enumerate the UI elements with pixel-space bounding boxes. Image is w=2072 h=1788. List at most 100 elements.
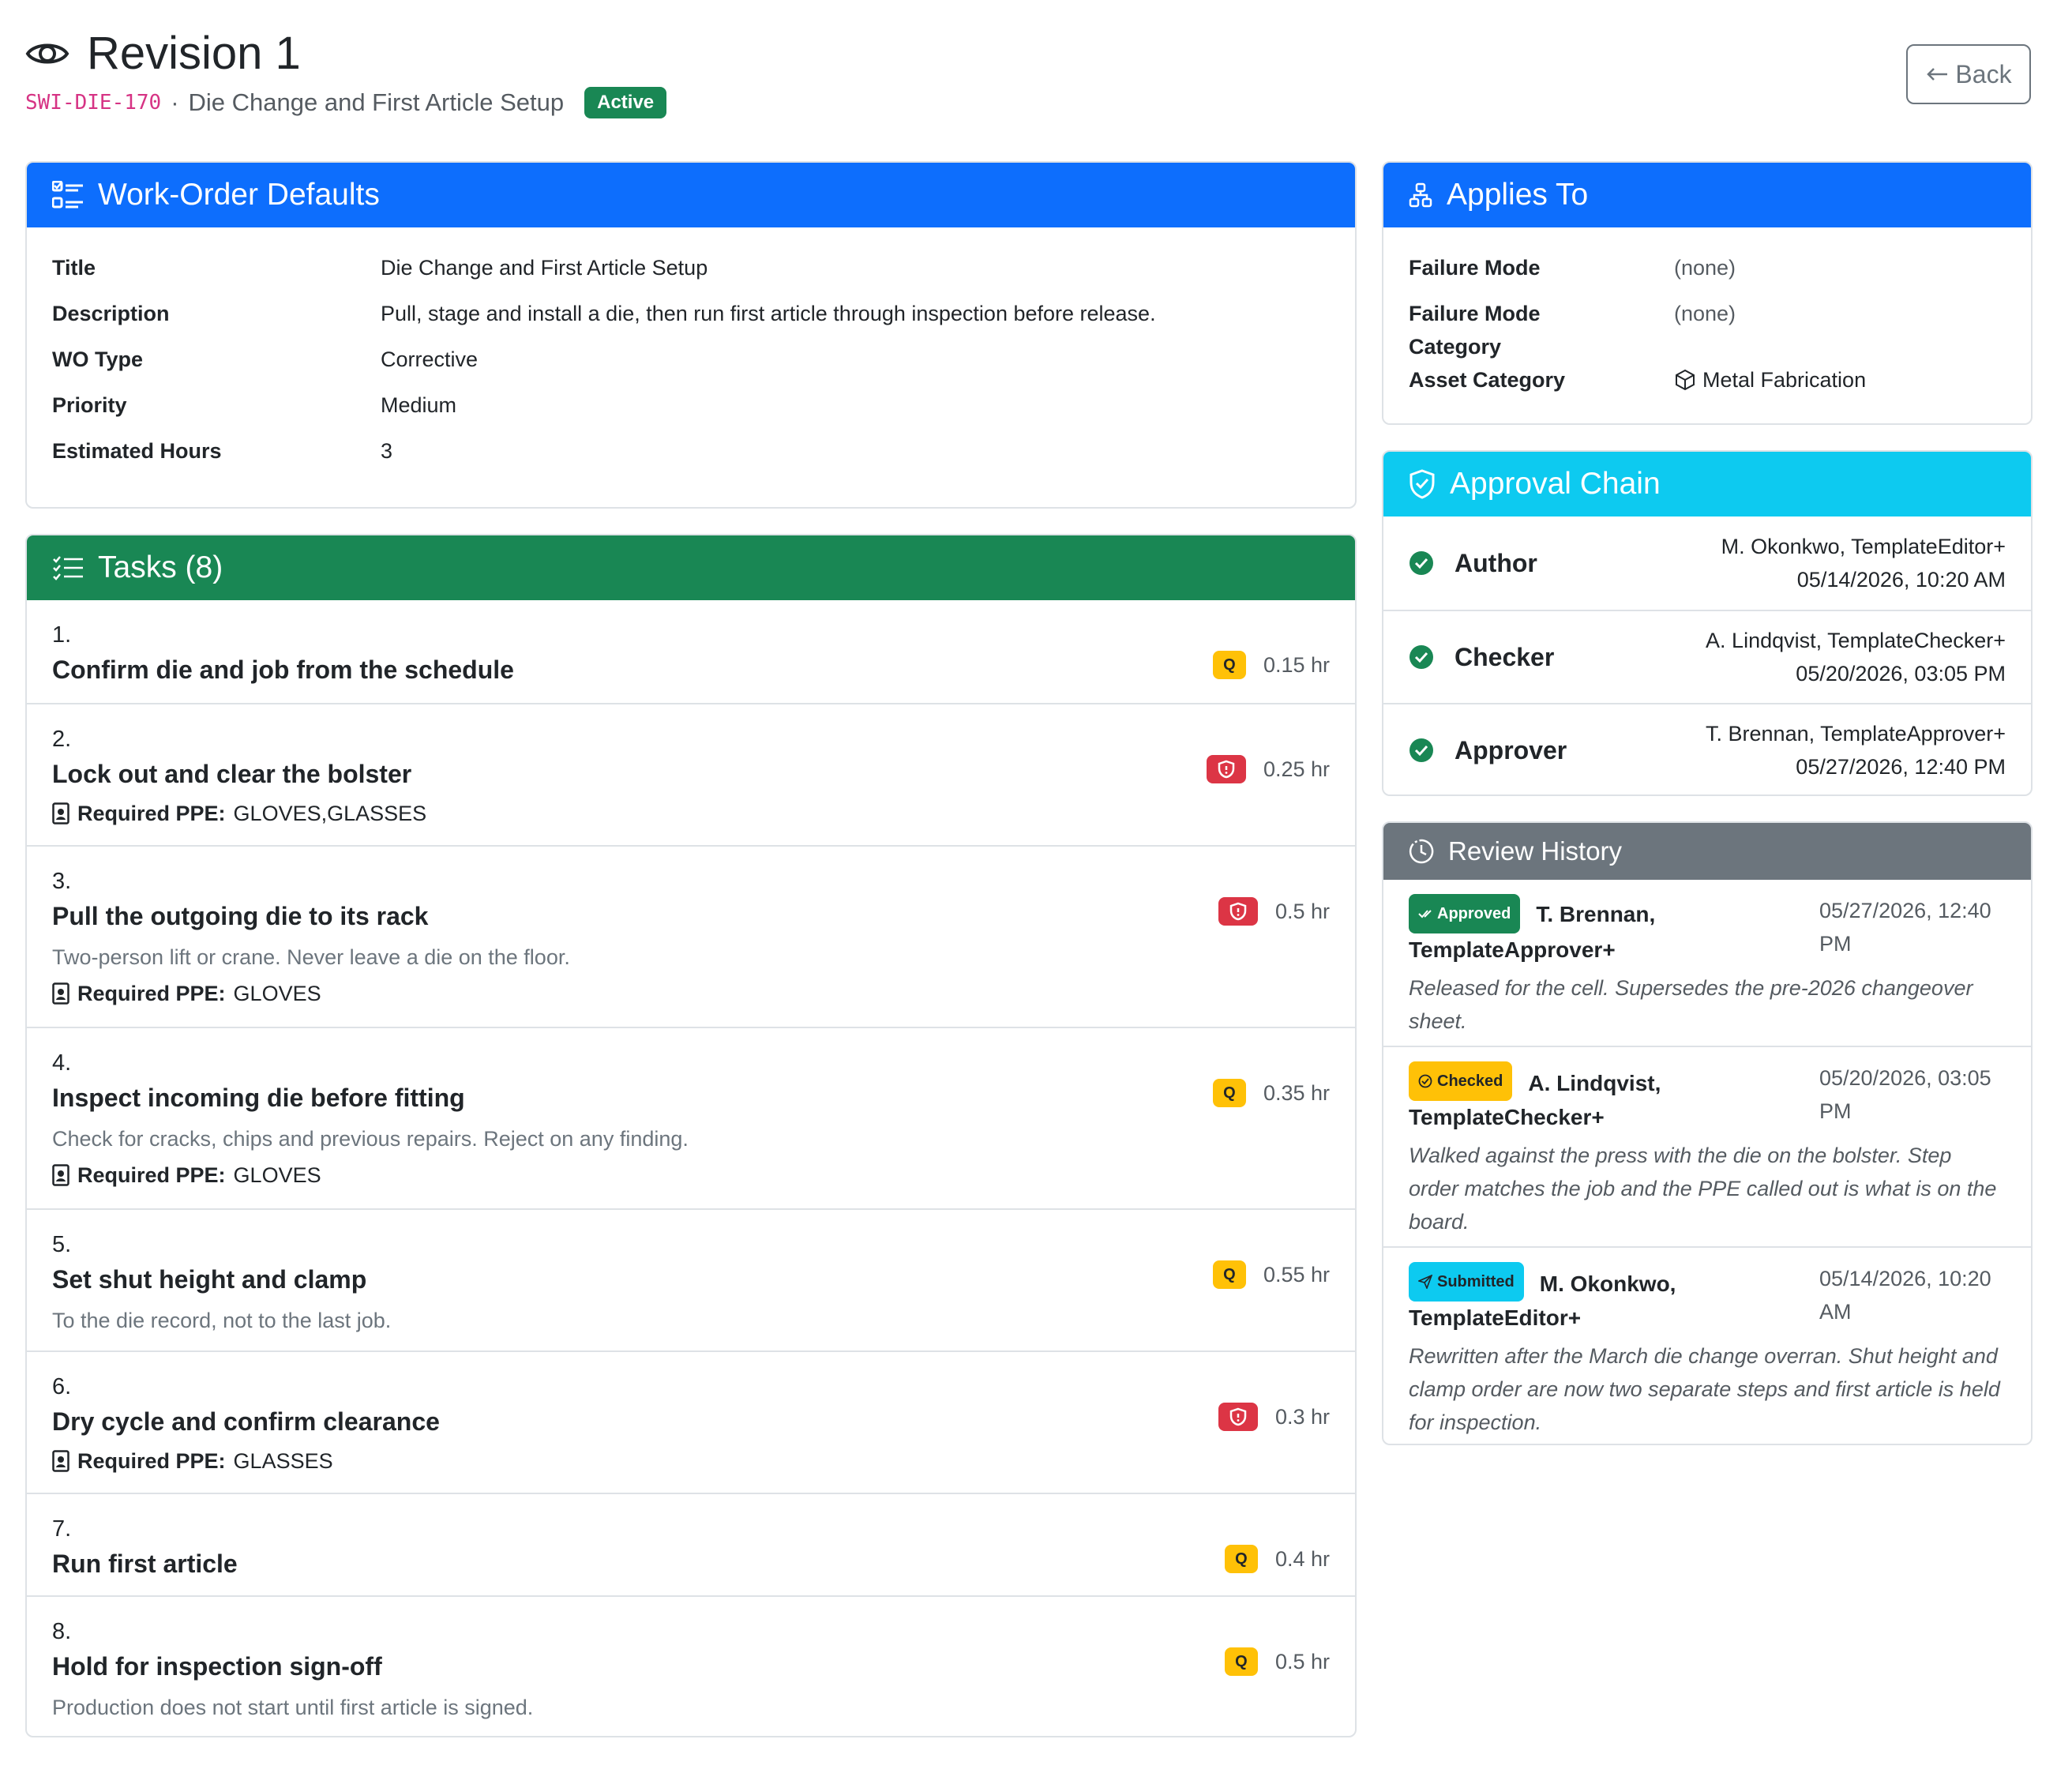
- ppe-badge-icon: [52, 802, 69, 825]
- task-name: Set shut height and clamp: [52, 1265, 367, 1294]
- back-button[interactable]: Back: [1906, 44, 2031, 104]
- review-item: Checked A. Lindqvist, TemplateChecker+ 0…: [1383, 1046, 2031, 1246]
- review-status-label: Approved: [1437, 905, 1511, 922]
- task-ppe: Required PPE: GLASSES: [52, 1445, 1330, 1477]
- ppe-label: Required PPE:: [77, 982, 226, 1005]
- check-circle-icon: [1409, 644, 1434, 670]
- task-name: Confirm die and job from the schedule: [52, 655, 514, 684]
- defaults-row: Description Pull, stage and install a die…: [52, 297, 1330, 330]
- task-item[interactable]: 4. Inspect incoming die before fitting C…: [27, 1027, 1355, 1208]
- task-meta: Q 0.4 hr: [1224, 1545, 1330, 1573]
- approval-meta: M. Okonkwo, TemplateEditor+ 05/14/2026, …: [1721, 530, 2006, 596]
- review-author-role: TemplateEditor+: [1409, 1305, 1582, 1330]
- task-item[interactable]: 6. Dry cycle and confirm clearance Requi…: [27, 1350, 1355, 1493]
- task-item[interactable]: 5. Set shut height and clamp To the die …: [27, 1208, 1355, 1350]
- ppe-label: Required PPE:: [77, 1449, 226, 1473]
- task-hours: 0.25 hr: [1263, 757, 1330, 781]
- approval-row: Approver T. Brennan, TemplateApprover+ 0…: [1383, 703, 2031, 794]
- review-timestamp-line: PM: [1819, 932, 1852, 956]
- clock-history-icon: [1409, 839, 1434, 864]
- review-list: Approved T. Brennan, TemplateApprover+ 0…: [1383, 880, 2031, 1444]
- quality-badge: Q: [1224, 1647, 1258, 1676]
- defaults-label: WO Type: [52, 347, 144, 371]
- review-note: Walked against the press with the die on…: [1409, 1144, 1997, 1234]
- task-item[interactable]: 2. Lock out and clear the bolster Requir…: [27, 703, 1355, 845]
- review-status-label: Checked: [1437, 1072, 1503, 1090]
- review-author: Approved T. Brennan, TemplateApprover+: [1409, 894, 1796, 967]
- approval-person: M. Okonkwo, TemplateEditor+: [1721, 535, 2006, 558]
- review-item: Submitted M. Okonkwo, TemplateEditor+ 05…: [1383, 1246, 2031, 1444]
- review-status-label: Submitted: [1437, 1273, 1515, 1290]
- work-order-defaults-header: Work-Order Defaults: [27, 163, 1355, 227]
- send-icon: [1418, 1275, 1432, 1289]
- page-header: Revision 1 SWI-DIE-170 · Die Change and …: [25, 25, 2031, 128]
- approval-person: T. Brennan, TemplateApprover+: [1706, 722, 2006, 746]
- approval-list: Author M. Okonkwo, TemplateEditor+ 05/14…: [1383, 516, 2031, 794]
- review-author-name: T. Brennan,: [1536, 902, 1656, 926]
- ppe-value: GLASSES: [233, 1449, 333, 1473]
- applies-to-list: Failure Mode (none) Failure Mode Categor…: [1383, 227, 2031, 412]
- approval-role: Checker: [1455, 642, 1555, 671]
- task-ppe: Required PPE: GLOVES: [52, 1159, 1330, 1191]
- review-item-header: Checked A. Lindqvist, TemplateChecker+ 0…: [1409, 1061, 2006, 1134]
- checklist-icon: [52, 181, 84, 209]
- task-description: Check for cracks, chips and previous rep…: [52, 1127, 689, 1151]
- review-timestamp: 05/14/2026, 10:20 AM: [1819, 1262, 2031, 1328]
- shield-check-icon: [1409, 469, 1436, 499]
- defaults-list: Title Die Change and First Article Setup …: [27, 227, 1355, 496]
- task-number: 1.: [52, 622, 72, 648]
- page-title-row: Revision 1: [25, 25, 301, 82]
- shield-icon: [1229, 902, 1247, 921]
- task-hours: 0.35 hr: [1263, 1080, 1330, 1105]
- tasks-title: Tasks (8): [98, 550, 223, 584]
- defaults-row: WO Type Corrective: [52, 343, 1330, 376]
- approval-timestamp: 05/14/2026, 10:20 AM: [1796, 568, 2006, 592]
- task-meta: 0.25 hr: [1206, 755, 1330, 783]
- approval-meta: A. Lindqvist, TemplateChecker+ 05/20/202…: [1706, 624, 2006, 690]
- task-number: 8.: [52, 1619, 72, 1644]
- applies-label: Failure Mode: [1409, 256, 1541, 280]
- review-timestamp-line: 05/14/2026, 10:20: [1819, 1267, 1991, 1290]
- template-code: SWI-DIE-170: [25, 91, 162, 115]
- quality-badge: Q: [1212, 1079, 1246, 1107]
- task-hours: 0.3 hr: [1274, 1404, 1330, 1429]
- applies-label: Failure Mode Category: [1409, 297, 1674, 363]
- task-number: 7.: [52, 1516, 72, 1542]
- subtitle-separator: ·: [171, 88, 179, 116]
- task-item[interactable]: 7. Run first article Q 0.4 hr: [27, 1493, 1355, 1595]
- task-ppe: Required PPE: GLOVES,GLASSES: [52, 798, 1330, 829]
- defaults-value: 3: [381, 439, 393, 463]
- defaults-value: Die Change and First Article Setup: [381, 256, 708, 280]
- task-number: 2.: [52, 727, 72, 752]
- task-name: Inspect incoming die before fitting: [52, 1084, 465, 1112]
- approval-timestamp: 05/20/2026, 03:05 PM: [1796, 662, 2006, 686]
- review-timestamp-line: 05/20/2026, 03:05: [1819, 1066, 1991, 1090]
- task-item[interactable]: 3. Pull the outgoing die to its rack Two…: [27, 845, 1355, 1027]
- task-item[interactable]: 8. Hold for inspection sign-off Producti…: [27, 1595, 1355, 1736]
- applies-row: Failure Mode Category (none): [1409, 297, 2006, 363]
- defaults-label: Title: [52, 256, 96, 280]
- task-hours: 0.55 hr: [1263, 1262, 1330, 1287]
- review-author-name: A. Lindqvist,: [1528, 1071, 1661, 1095]
- safety-badge: [1218, 897, 1258, 926]
- task-number: 5.: [52, 1232, 72, 1257]
- approval-person: A. Lindqvist, TemplateChecker+: [1706, 629, 2006, 652]
- check-circle-outline-icon: [1418, 1074, 1432, 1088]
- task-item[interactable]: 1. Confirm die and job from the schedule…: [27, 600, 1355, 703]
- applies-value: Metal Fabrication: [1674, 363, 1866, 396]
- task-description: Two-person lift or crane. Never leave a …: [52, 945, 570, 969]
- check-circle-icon: [1409, 550, 1434, 576]
- check-all-icon: [1418, 908, 1432, 919]
- task-number: 6.: [52, 1374, 72, 1399]
- task-meta: Q 0.35 hr: [1212, 1079, 1330, 1107]
- page-title: Revision 1: [87, 28, 301, 79]
- status-badge: Active: [584, 87, 667, 118]
- review-history-card: Review History Approved T. Brennan, Temp…: [1382, 821, 2033, 1445]
- page-subtitle: SWI-DIE-170 · Die Change and First Artic…: [25, 87, 667, 118]
- review-timestamp-line: AM: [1819, 1300, 1852, 1324]
- task-number: 4.: [52, 1050, 72, 1076]
- review-history-title: Review History: [1448, 836, 1623, 866]
- review-timestamp-line: 05/27/2026, 12:40: [1819, 899, 1991, 922]
- defaults-row: Priority Medium: [52, 389, 1330, 422]
- ppe-label: Required PPE:: [77, 802, 226, 825]
